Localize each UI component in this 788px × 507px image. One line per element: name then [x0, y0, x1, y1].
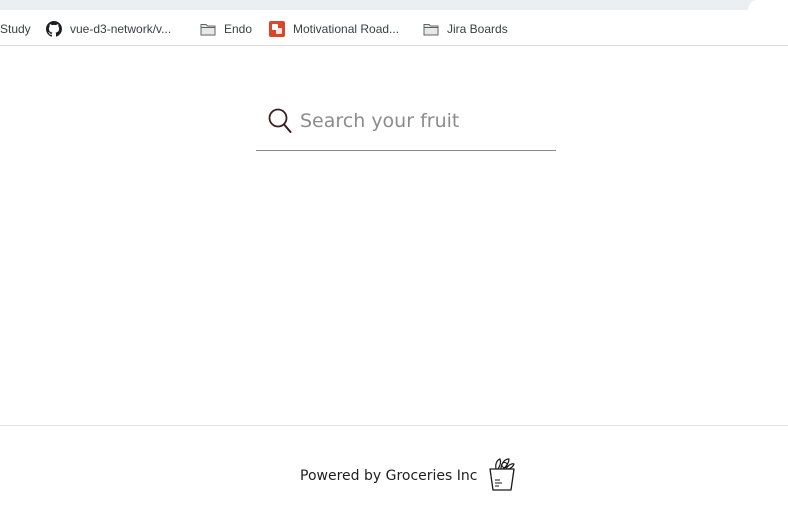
- bookmark-label: vue-d3-network/v...: [70, 22, 172, 36]
- bookmark-label: Endo: [224, 22, 253, 36]
- footer-divider: [0, 425, 788, 426]
- search-box: [256, 100, 556, 151]
- search-icon[interactable]: [267, 107, 293, 140]
- folder-icon: [200, 24, 216, 36]
- bookmark-motivational-road[interactable]: Motivational Road...: [269, 20, 399, 38]
- folder-icon: [423, 24, 439, 36]
- bookmark-jira-boards[interactable]: Jira Boards: [423, 20, 508, 38]
- bookmark-vue-d3-network[interactable]: vue-d3-network/v...: [46, 20, 171, 38]
- bookmarks-bar: Study vue-d3-network/v... Endo Motivatio…: [0, 10, 788, 46]
- browser-tabstrip-edge: [0, 0, 788, 10]
- tabstrip-curve: [748, 0, 788, 10]
- bookmark-label: Study: [0, 22, 31, 36]
- bookmark-label: Motivational Road...: [293, 22, 400, 36]
- footer-text: Powered by Groceries Inc: [300, 468, 478, 484]
- footer: Powered by Groceries Inc: [300, 456, 517, 497]
- bookmark-endo[interactable]: Endo: [200, 20, 252, 38]
- search-input[interactable]: [300, 106, 550, 136]
- github-icon: [46, 21, 62, 37]
- bookmark-label: Jira Boards: [447, 22, 508, 36]
- app-icon: [269, 21, 285, 37]
- bookmark-study[interactable]: Study: [0, 20, 31, 38]
- grocery-bag-icon: [487, 456, 517, 497]
